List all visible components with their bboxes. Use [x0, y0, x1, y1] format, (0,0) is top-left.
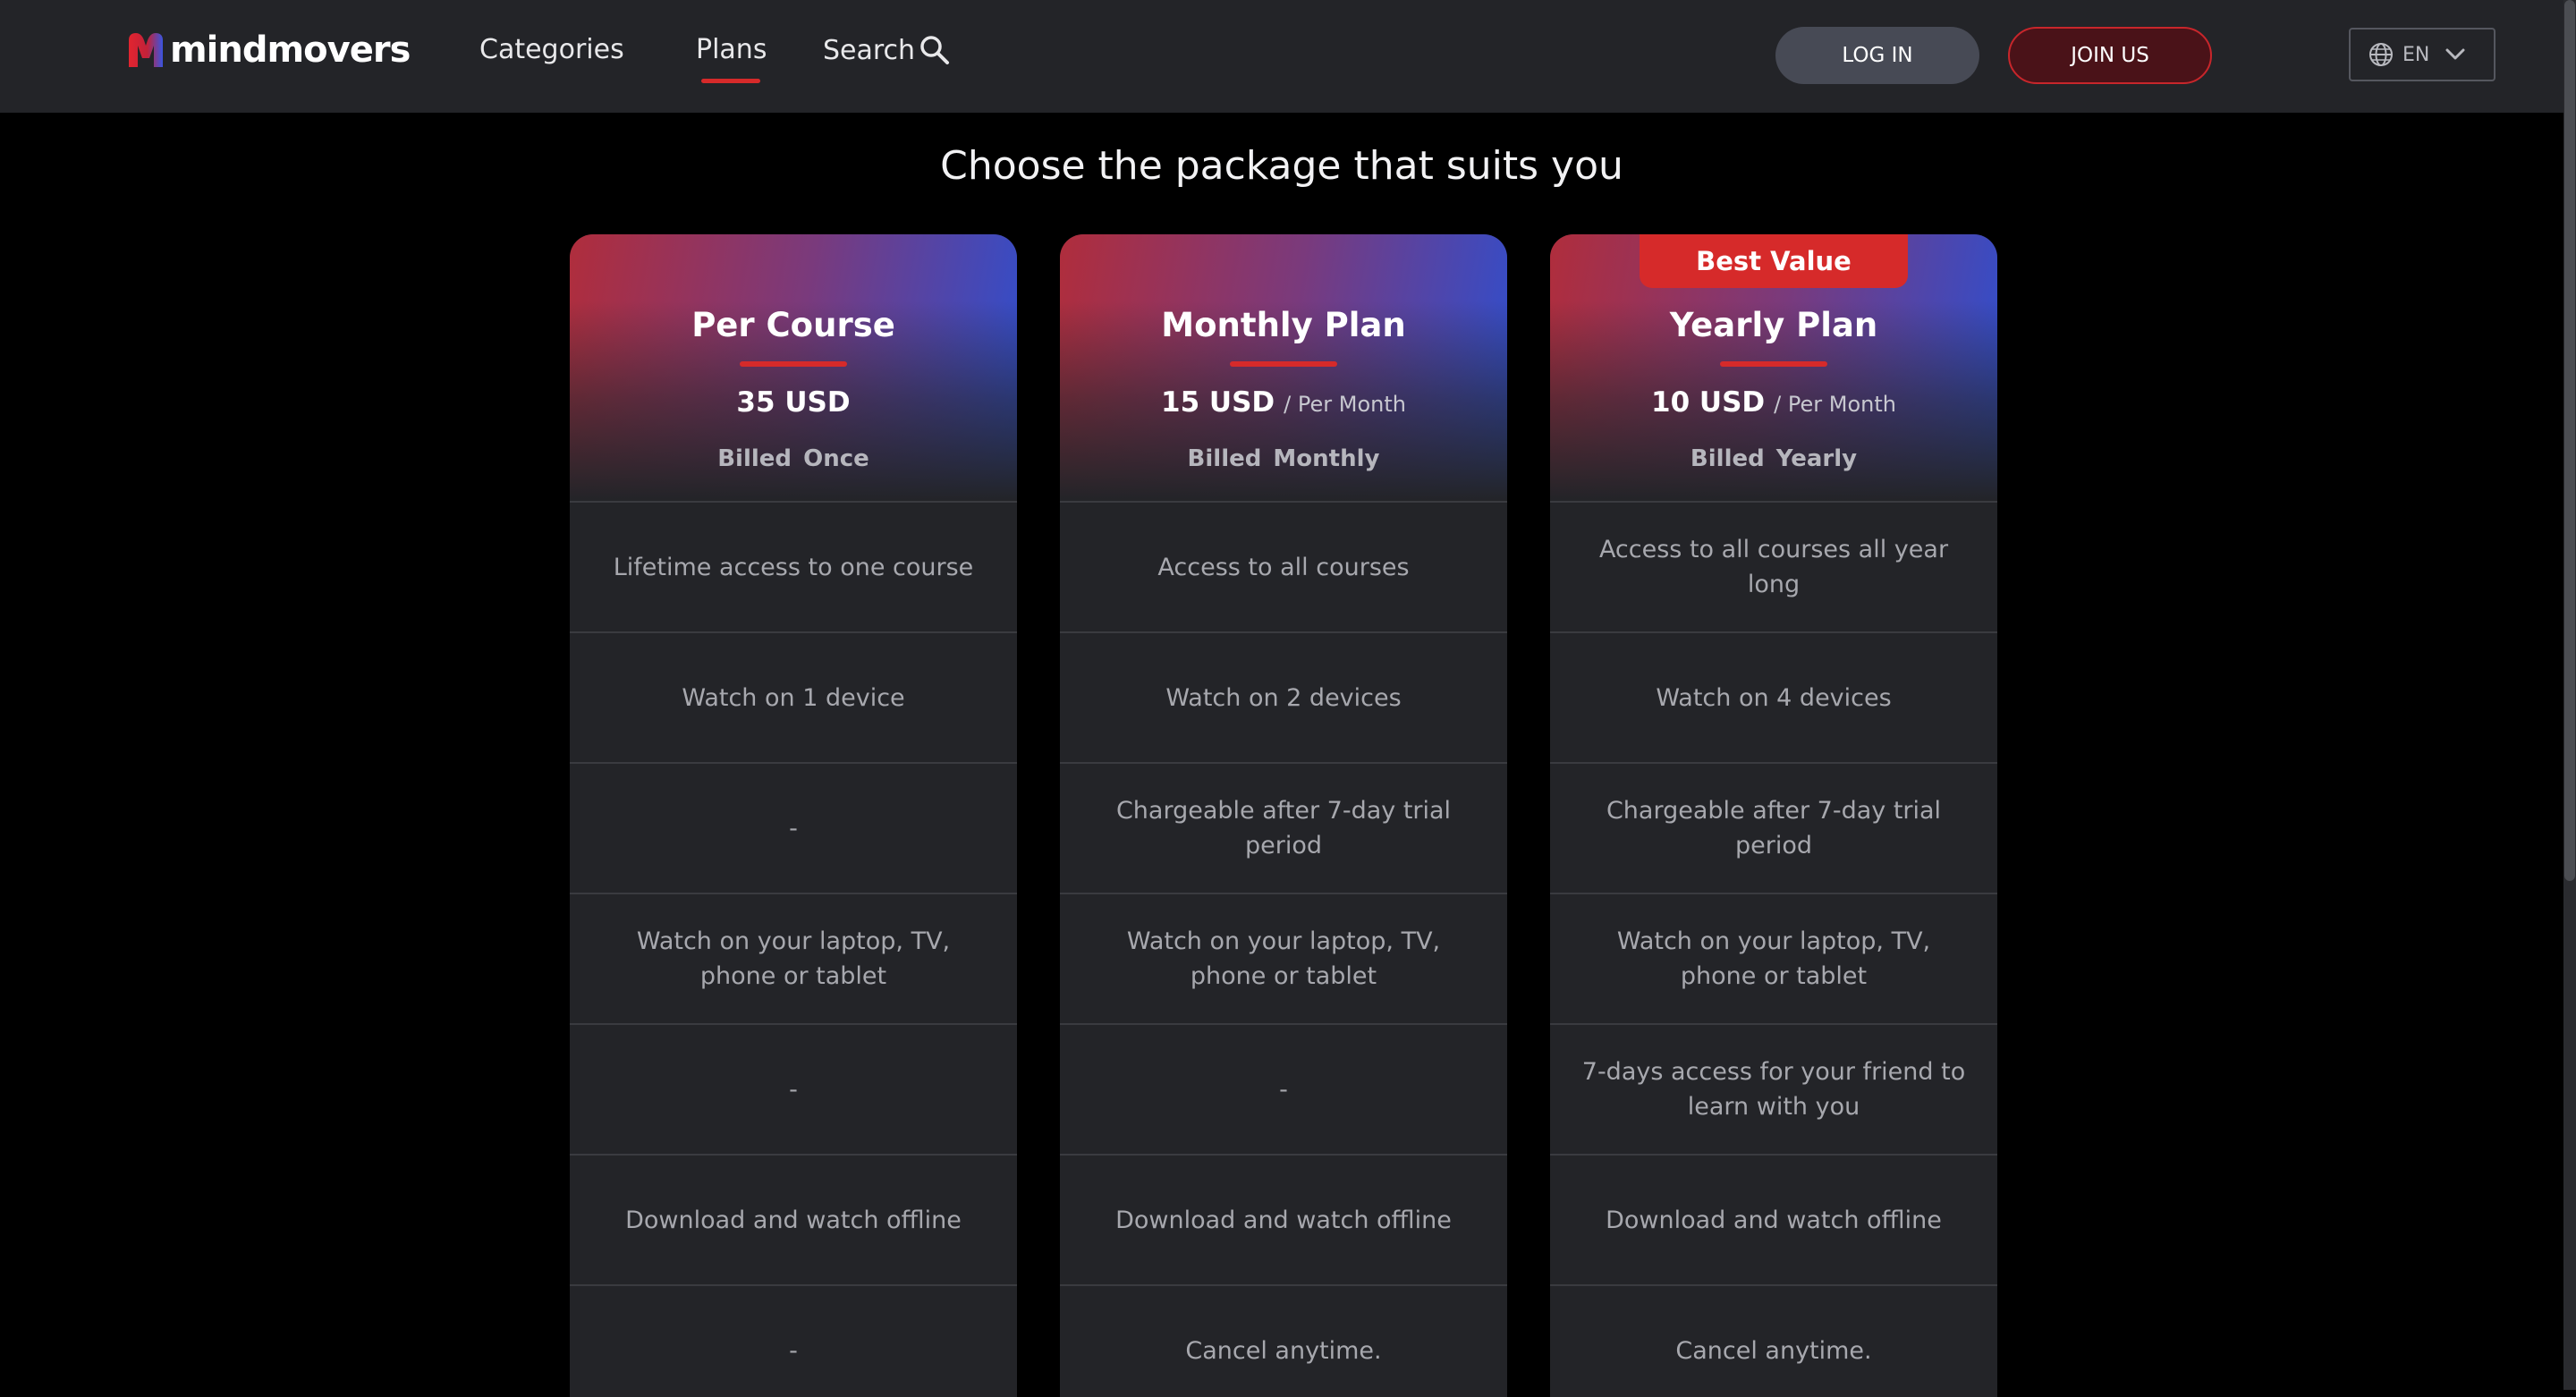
plan-feature: Cancel anytime.: [1550, 1286, 1997, 1397]
search-icon: [920, 36, 950, 64]
plan-feature: Watch on your laptop, TV, phone or table…: [570, 894, 1017, 1025]
plan-price: 10 USD / Per Month: [1550, 386, 1997, 419]
plan-feature: -: [570, 1286, 1017, 1397]
top-navigation-bar: mindmovers Categories Plans Search LOG I…: [0, 0, 2563, 113]
plan-feature: Watch on 4 devices: [1550, 633, 1997, 764]
plan-name: Per Course: [691, 306, 895, 344]
plan-feature: Cancel anytime.: [1060, 1286, 1507, 1397]
plan-feature: Watch on 2 devices: [1060, 633, 1507, 764]
plan-card-yearly[interactable]: Best Value Yearly Plan 10 USD / Per Month…: [1550, 234, 1997, 1397]
plan-feature: Access to all courses: [1060, 503, 1507, 633]
nav-categories[interactable]: Categories: [479, 34, 624, 65]
globe-icon: [2369, 43, 2393, 66]
join-button[interactable]: JOIN US: [2008, 27, 2212, 84]
language-value: EN: [2402, 43, 2430, 66]
plan-billing: Billed Yearly: [1690, 445, 1858, 472]
plan-price-amount: 10 USD: [1651, 386, 1766, 419]
plan-feature: -: [570, 1025, 1017, 1156]
nav-search[interactable]: Search: [823, 34, 951, 66]
plan-name-underline: [1720, 361, 1827, 367]
logo-mark-icon: [129, 33, 163, 67]
plan-feature: Watch on 1 device: [570, 633, 1017, 764]
plan-feature: Chargeable after 7-day trial period: [1550, 764, 1997, 894]
best-value-badge: Best Value: [1640, 234, 1908, 288]
plan-billing: Billed Monthly: [1187, 445, 1380, 472]
scrollbar-thumb[interactable]: [2564, 0, 2575, 881]
plan-price-period: / Per Month: [1284, 392, 1406, 417]
plan-feature: Chargeable after 7-day trial period: [1060, 764, 1507, 894]
plan-name: Yearly Plan: [1669, 306, 1878, 344]
plan-feature: Access to all courses all year long: [1550, 503, 1997, 633]
language-select[interactable]: EN: [2349, 28, 2496, 81]
plan-card-monthly[interactable]: Monthly Plan 15 USD / Per Month Billed Mo…: [1060, 234, 1507, 1397]
plan-feature: Download and watch offline: [1060, 1156, 1507, 1286]
plan-feature: Download and watch offline: [1550, 1156, 1997, 1286]
plan-price: 35 USD: [570, 386, 1017, 419]
plan-card-header: Best Value Yearly Plan 10 USD / Per Month…: [1550, 234, 1997, 503]
plan-name: Monthly Plan: [1161, 306, 1406, 344]
plan-feature: 7-days access for your friend to learn w…: [1550, 1025, 1997, 1156]
nav-plans[interactable]: Plans: [696, 34, 767, 65]
plan-price-amount: 35 USD: [736, 386, 851, 419]
plan-price-period: / Per Month: [1774, 392, 1896, 417]
plan-card-header: Per Course 35 USD Billed Once: [570, 234, 1017, 503]
site-logo[interactable]: mindmovers: [125, 30, 411, 71]
plan-name-underline: [1230, 361, 1337, 367]
plan-price: 15 USD / Per Month: [1060, 386, 1507, 419]
plan-feature: Watch on your laptop, TV, phone or table…: [1550, 894, 1997, 1025]
plan-name-underline: [740, 361, 847, 367]
logo-text: mindmovers: [170, 30, 411, 71]
plan-feature: Watch on your laptop, TV, phone or table…: [1060, 894, 1507, 1025]
plan-feature: Download and watch offline: [570, 1156, 1017, 1286]
plan-card-per-course[interactable]: Per Course 35 USD Billed Once Lifetime a…: [570, 234, 1017, 1397]
active-nav-indicator: [701, 79, 760, 83]
plan-feature: -: [570, 764, 1017, 894]
plan-feature: Lifetime access to one course: [570, 503, 1017, 633]
plan-billing: Billed Once: [717, 445, 869, 472]
nav-search-label: Search: [823, 34, 916, 66]
page-title: Choose the package that suits you: [940, 143, 1623, 189]
plan-card-header: Monthly Plan 15 USD / Per Month Billed Mo…: [1060, 234, 1507, 503]
chevron-down-icon: [2445, 48, 2465, 60]
plan-feature: -: [1060, 1025, 1507, 1156]
login-button[interactable]: LOG IN: [1775, 27, 1979, 84]
plan-price-amount: 15 USD: [1161, 386, 1275, 419]
